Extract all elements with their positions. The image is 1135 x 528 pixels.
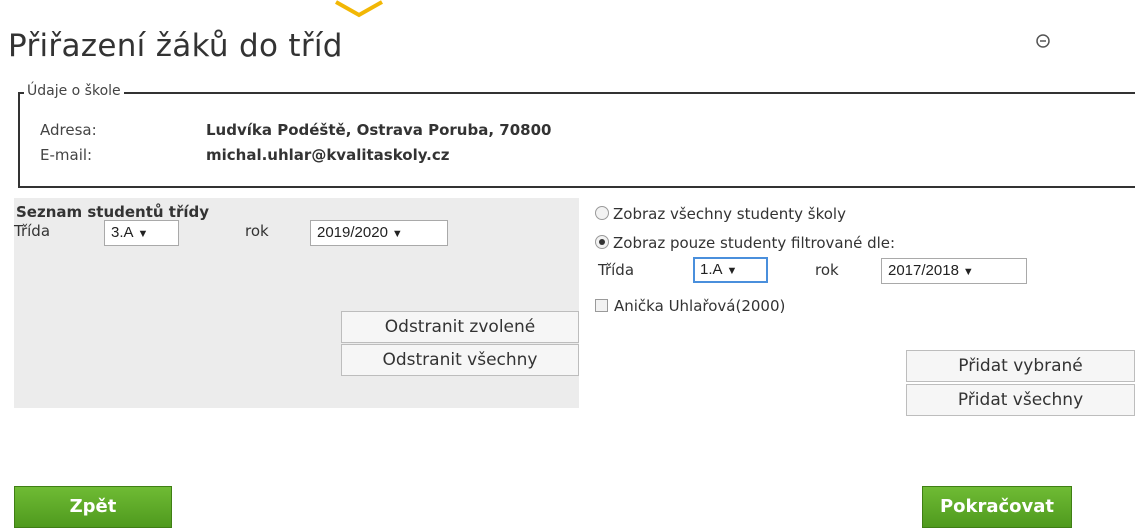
filter-class-label: Třída [598, 261, 635, 279]
back-button[interactable]: Zpět [14, 486, 172, 528]
filter-class-value: 1.A [700, 261, 723, 278]
email-label: E-mail: [40, 146, 93, 164]
dropdown-arrow-icon: ▼ [962, 266, 974, 278]
class-label: Třída [14, 222, 51, 240]
filter-year-value: 2017/2018 [888, 262, 959, 279]
chevron-down-icon [335, 0, 383, 18]
address-value: Ludvíka Podéště, Ostrava Poruba, 70800 [206, 121, 552, 139]
add-all-button[interactable]: Přidat všechny [906, 384, 1135, 416]
remove-all-button[interactable]: Odstranit všechny [341, 344, 579, 376]
class-select-value: 3.A [111, 224, 134, 241]
class-students-title: Seznam studentů třídy [16, 203, 210, 221]
dropdown-arrow-icon: ▼ [726, 265, 738, 277]
year-label: rok [245, 222, 269, 240]
student-checkbox[interactable] [595, 299, 608, 312]
remove-selected-button[interactable]: Odstranit zvolené [341, 311, 579, 343]
year-select-value: 2019/2020 [317, 224, 388, 241]
show-all-label: Zobraz všechny studenty školy [613, 205, 846, 223]
address-row: Adresa: Ludvíka Podéště, Ostrava Poruba, … [40, 121, 551, 139]
email-value: michal.uhlar@kvalitaskoly.cz [206, 146, 450, 164]
collapse-icon[interactable] [1036, 34, 1050, 48]
show-all-option[interactable]: Zobraz všechny studenty školy [595, 205, 846, 223]
page-title: Přiřazení žáků do tříd [8, 28, 343, 64]
radio-show-filtered[interactable] [595, 235, 609, 249]
student-item[interactable]: Anička Uhlařová(2000) [595, 297, 785, 315]
school-info-fieldset: Údaje o škole Adresa: Ludvíka Podéště, Os… [18, 83, 1135, 188]
class-students-panel: Seznam studentů třídy Třída 3.A ▼ rok 201… [14, 198, 579, 408]
email-row: E-mail: michal.uhlar@kvalitaskoly.cz [40, 146, 449, 164]
year-select[interactable]: 2019/2020 ▼ [310, 220, 448, 246]
filter-year-select[interactable]: 2017/2018 ▼ [881, 258, 1027, 284]
address-label: Adresa: [40, 121, 97, 139]
dropdown-arrow-icon: ▼ [137, 228, 149, 240]
add-selected-button[interactable]: Přidat vybrané [906, 350, 1135, 382]
filter-year-label: rok [815, 261, 839, 279]
continue-button[interactable]: Pokračovat [922, 486, 1072, 528]
radio-show-all[interactable] [595, 206, 609, 220]
show-filtered-label: Zobraz pouze studenty filtrované dle: [613, 234, 896, 252]
student-name: Anička Uhlařová(2000) [614, 297, 786, 315]
school-info-legend: Údaje o škole [24, 83, 124, 99]
class-select[interactable]: 3.A ▼ [104, 220, 179, 246]
filter-class-select[interactable]: 1.A ▼ [693, 257, 768, 283]
dropdown-arrow-icon: ▼ [391, 228, 403, 240]
show-filtered-option[interactable]: Zobraz pouze studenty filtrované dle: [595, 234, 895, 252]
